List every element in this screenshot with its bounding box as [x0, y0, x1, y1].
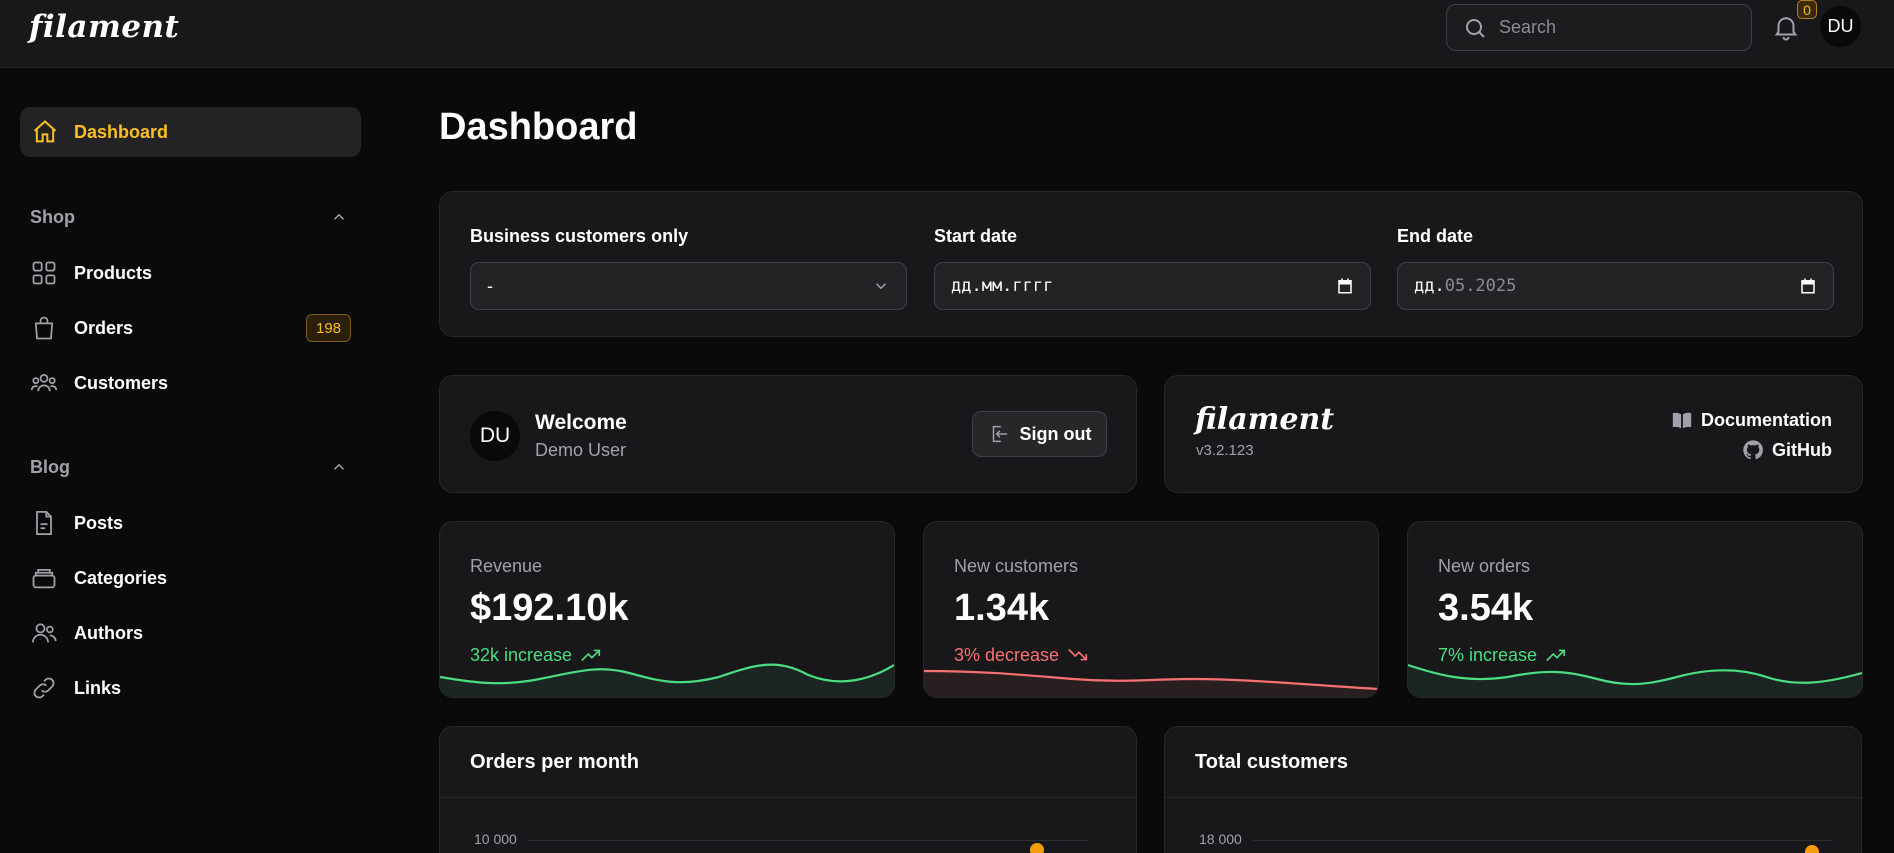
sidebar-item-posts[interactable]: Posts: [30, 505, 351, 541]
avatar: DU: [470, 411, 520, 461]
data-point[interactable]: [1030, 843, 1044, 853]
sidebar-group-shop[interactable]: Shop: [30, 204, 350, 230]
sidebar-item-label: Orders: [74, 317, 134, 338]
date-placeholder-part: дд.: [1414, 276, 1445, 296]
stat-label: Revenue: [470, 556, 543, 576]
user-name: Demo User: [535, 440, 627, 460]
filament-info-card: filament v3.2.123 Documentation GitHub: [1164, 375, 1863, 493]
stat-value: $192.10k: [470, 587, 629, 629]
document-icon: [36, 511, 52, 535]
start-date-filter: Start date дд.мм.гггг: [934, 226, 1371, 310]
business-customers-filter: Business customers only -: [470, 226, 907, 310]
brand-logo[interactable]: filament: [29, 9, 179, 45]
sidebar-item-label: Categories: [74, 567, 168, 588]
stat-label: New customers: [954, 556, 1079, 576]
orders-count-badge: 198: [306, 314, 351, 342]
sidebar-item-categories[interactable]: Categories: [30, 560, 351, 596]
date-filled-part: 05.2025: [1444, 276, 1517, 296]
sidebar-item-label: Authors: [74, 622, 143, 643]
stat-new-customers: New customers 1.34k 3% decrease: [923, 521, 1379, 698]
field-label: End date: [1397, 226, 1474, 246]
users-icon: [30, 373, 58, 392]
total-customers-card: Total customers 18 000: [1164, 726, 1862, 853]
select-value: -: [487, 275, 493, 296]
sidebar-item-dashboard[interactable]: Dashboard: [20, 107, 361, 157]
github-icon: [1743, 440, 1763, 460]
filament-logo[interactable]: filament: [1195, 402, 1334, 437]
stat-revenue: Revenue $192.10k 32k increase: [439, 521, 895, 698]
link-label: Documentation: [1700, 409, 1832, 430]
date-value: дд.05.2025: [1414, 276, 1516, 296]
new-orders-sparkline: [1408, 663, 1862, 697]
chevron-up-icon[interactable]: [330, 208, 348, 226]
search-icon: [1466, 18, 1485, 38]
sidebar-item-products[interactable]: Products: [30, 255, 351, 291]
welcome-title: Welcome: [535, 411, 627, 434]
field-label: Business customers only: [470, 226, 689, 246]
link-icon: [33, 677, 55, 699]
sidebar-group-blog[interactable]: Blog: [30, 454, 350, 480]
github-link[interactable]: GitHub: [1742, 439, 1832, 461]
orders-per-month-card: Orders per month 10 000: [439, 726, 1137, 853]
sidebar-item-orders[interactable]: Orders 198: [30, 310, 351, 346]
stat-label: New orders: [1438, 556, 1531, 576]
divider: [1165, 797, 1861, 798]
field-label: Start date: [934, 226, 1018, 246]
bell-icon[interactable]: [1771, 12, 1801, 42]
stat-new-orders: New orders 3.54k 7% increase: [1407, 521, 1863, 698]
sidebar-item-label: Links: [74, 677, 122, 698]
group-label: Shop: [30, 206, 75, 227]
button-label: Sign out: [1019, 423, 1092, 444]
sidebar-item-label: Customers: [74, 372, 169, 393]
search-input[interactable]: [1499, 17, 1739, 38]
global-search[interactable]: [1446, 4, 1752, 51]
stat-value: 3.54k: [1438, 587, 1534, 629]
link-label: GitHub: [1772, 439, 1832, 460]
end-date-filter: End date дд.05.2025: [1397, 226, 1834, 310]
y-tick-label: 10 000: [474, 831, 517, 847]
sign-out-icon: [992, 425, 1007, 443]
rectangle-stack-icon: [32, 568, 56, 589]
filters-card: Business customers only - Start date дд.…: [439, 191, 1863, 337]
sidebar-item-label: Dashboard: [74, 121, 169, 142]
page-title: Dashboard: [439, 106, 638, 148]
gridline: [1253, 840, 1833, 841]
top-bar: filament 0 DU: [0, 0, 1894, 68]
sidebar-item-authors[interactable]: Authors: [30, 615, 351, 651]
chevron-up-icon[interactable]: [330, 458, 348, 476]
gridline: [528, 840, 1088, 841]
stat-value: 1.34k: [954, 587, 1050, 629]
calendar-icon[interactable]: [1799, 277, 1817, 295]
sidebar-item-label: Products: [74, 262, 153, 283]
shopping-bag-icon: [34, 316, 54, 340]
start-date-input[interactable]: дд.мм.гггг: [934, 262, 1371, 310]
data-point[interactable]: [1805, 845, 1819, 853]
revenue-sparkline: [440, 663, 894, 697]
version-label: v3.2.123: [1196, 442, 1254, 459]
date-value: дд.мм.гггг: [951, 276, 1054, 296]
group-label: Blog: [30, 456, 70, 477]
user-avatar[interactable]: DU: [1820, 6, 1861, 47]
sidebar-item-customers[interactable]: Customers: [30, 365, 351, 401]
squares-icon: [32, 261, 56, 285]
divider: [440, 797, 1136, 798]
notifications-badge: 0: [1797, 0, 1817, 19]
sidebar: Dashboard Shop Products Orders 198 Custo…: [0, 68, 380, 853]
new-customers-sparkline: [924, 669, 1378, 697]
sidebar-item-label: Posts: [74, 512, 124, 533]
book-open-icon: [1672, 412, 1692, 429]
sign-out-button[interactable]: Sign out: [972, 411, 1107, 457]
y-tick-label: 18 000: [1199, 831, 1242, 847]
user-group-icon: [32, 623, 57, 643]
chart-title: Total customers: [1195, 751, 1348, 773]
chevron-down-icon: [875, 283, 887, 290]
calendar-icon[interactable]: [1336, 277, 1354, 295]
end-date-input[interactable]: дд.05.2025: [1397, 262, 1834, 310]
chart-title: Orders per month: [470, 751, 639, 773]
business-customers-select[interactable]: -: [470, 262, 907, 310]
sidebar-item-links[interactable]: Links: [30, 670, 351, 706]
welcome-card: DU Welcome Demo User Sign out: [439, 375, 1137, 493]
documentation-link[interactable]: Documentation: [1671, 409, 1832, 431]
home-icon: [33, 120, 57, 143]
